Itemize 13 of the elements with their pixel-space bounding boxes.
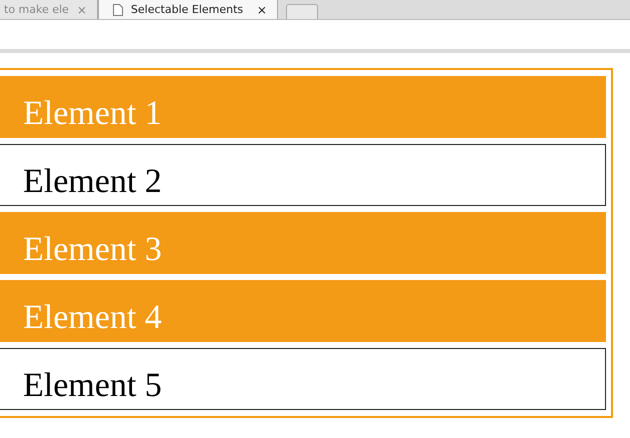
browser-tab[interactable]: to make ele × — [0, 0, 98, 19]
selectable-element[interactable]: Element 4 — [0, 280, 606, 342]
tab-title: Selectable Elements — [130, 3, 244, 16]
tab-title: to make ele — [4, 3, 69, 16]
document-icon — [112, 4, 123, 16]
close-icon[interactable]: × — [256, 2, 267, 16]
selectable-element[interactable]: Element 3 — [0, 212, 606, 274]
selectable-element[interactable]: Element 5 — [0, 348, 606, 410]
new-tab-button[interactable] — [286, 4, 318, 19]
close-icon[interactable]: × — [76, 2, 87, 16]
selectable-element[interactable]: Element 2 — [0, 144, 606, 206]
browser-tab[interactable]: Selectable Elements × — [98, 0, 278, 19]
selectable-element[interactable]: Element 1 — [0, 76, 606, 138]
